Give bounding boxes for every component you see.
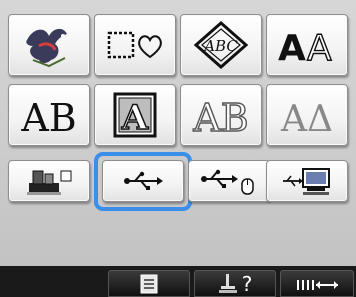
font-aa-button[interactable]: A A bbox=[266, 14, 348, 76]
computer-button[interactable] bbox=[266, 160, 348, 202]
usb-mouse-button[interactable] bbox=[188, 160, 270, 202]
thread-cutter-button[interactable] bbox=[280, 270, 354, 297]
framed-a-button[interactable]: A bbox=[94, 84, 176, 146]
embroidery-card-icon bbox=[27, 170, 72, 195]
bird-pattern-button[interactable] bbox=[8, 14, 90, 76]
monogram-text: ABC bbox=[202, 37, 238, 55]
selection-highlight bbox=[94, 152, 192, 211]
computer-icon bbox=[283, 168, 330, 195]
thread-list-button[interactable] bbox=[108, 270, 190, 297]
list-icon bbox=[140, 274, 158, 293]
outline-ab-text: AB bbox=[192, 96, 248, 139]
thread-arrow-icon bbox=[297, 279, 338, 290]
font-aa-icon: A A bbox=[278, 27, 333, 67]
font-ab-text: AB bbox=[20, 96, 76, 139]
embroidery-card-button[interactable] bbox=[8, 160, 90, 202]
outline-ab-button[interactable]: AB bbox=[180, 84, 262, 146]
help-question-mark: ? bbox=[241, 271, 253, 296]
help-button[interactable]: ? bbox=[194, 270, 276, 297]
monogram-button[interactable]: ABC bbox=[180, 14, 262, 76]
machine-needle-icon bbox=[218, 273, 237, 293]
bird-pattern-icon bbox=[26, 28, 67, 68]
outline-ab-icon: AB bbox=[192, 95, 250, 139]
monogram-abc-diamond-icon: ABC bbox=[193, 21, 249, 69]
framed-a-icon: A bbox=[113, 92, 157, 139]
frame-shapes-icon bbox=[107, 31, 162, 59]
font-ab-button[interactable]: AB bbox=[8, 84, 90, 146]
font-ab-icon: AB bbox=[20, 96, 76, 139]
greek-alpha-delta-icon: ΑΔ bbox=[280, 99, 333, 139]
greek-letters-button[interactable]: ΑΔ bbox=[266, 84, 348, 146]
svg-text:A: A bbox=[278, 28, 306, 67]
frame-shapes-button[interactable] bbox=[94, 14, 176, 76]
pattern-selection-screen: ABC A A AB A AB ΑΔ ? bbox=[0, 0, 356, 297]
greek-text: ΑΔ bbox=[280, 99, 333, 139]
svg-text:A: A bbox=[307, 28, 332, 67]
framed-a-text: A bbox=[121, 98, 149, 138]
usb-mouse-icon bbox=[201, 169, 254, 195]
